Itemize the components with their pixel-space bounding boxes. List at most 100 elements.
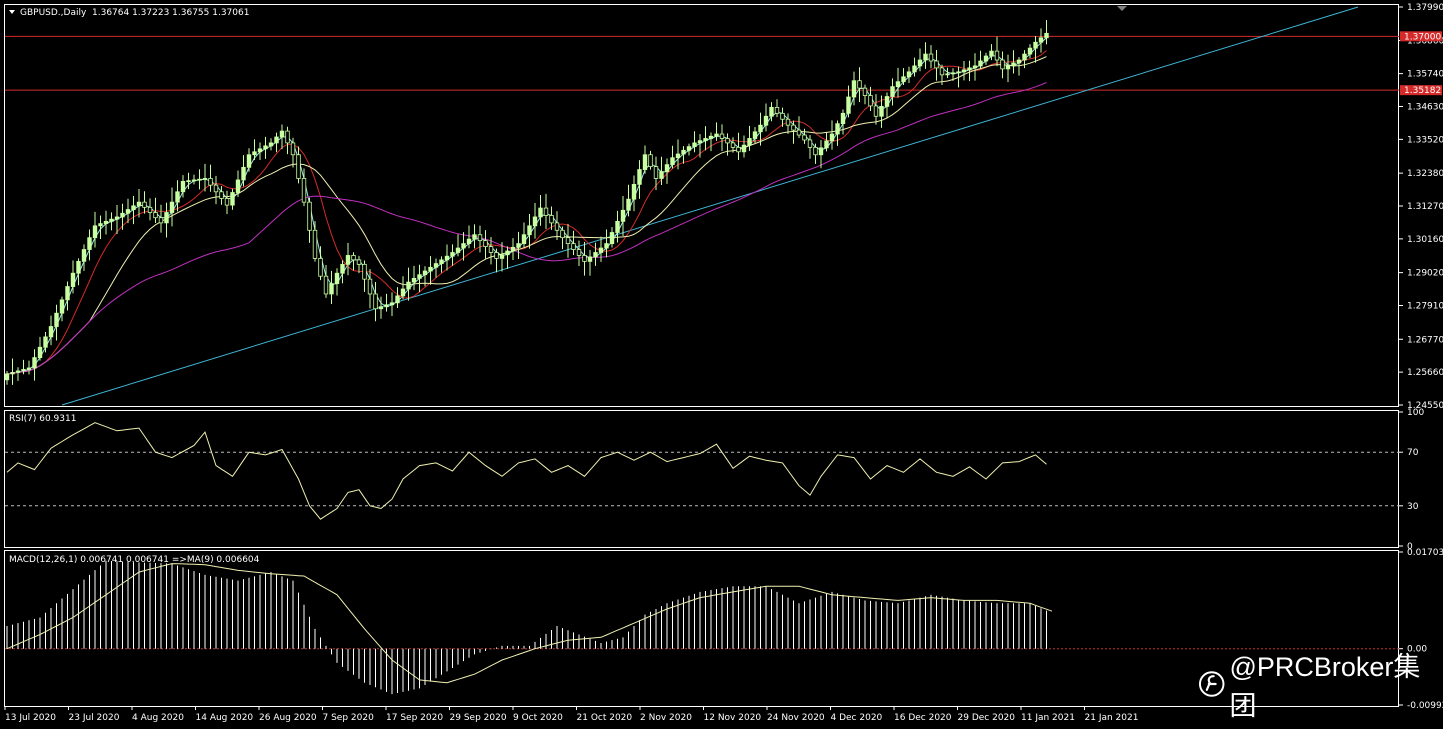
candle[interactable] xyxy=(884,96,890,107)
candle[interactable] xyxy=(774,106,780,114)
candle[interactable] xyxy=(87,237,92,250)
candle[interactable] xyxy=(103,220,109,225)
candle[interactable] xyxy=(598,247,604,253)
candle[interactable] xyxy=(147,206,153,213)
candle[interactable] xyxy=(323,275,329,295)
candle[interactable] xyxy=(653,166,659,179)
candle[interactable] xyxy=(917,59,923,67)
candle[interactable] xyxy=(274,136,279,144)
candle[interactable] xyxy=(312,229,318,259)
candle[interactable] xyxy=(15,370,21,373)
candle[interactable] xyxy=(131,205,136,210)
candle[interactable] xyxy=(543,207,549,216)
candle[interactable] xyxy=(785,118,791,126)
candle[interactable] xyxy=(851,80,857,98)
candle[interactable] xyxy=(389,302,395,306)
candle[interactable] xyxy=(813,146,818,156)
candle[interactable] xyxy=(65,286,70,301)
candle[interactable] xyxy=(549,215,554,224)
candle[interactable] xyxy=(494,252,499,259)
candle[interactable] xyxy=(1005,65,1011,70)
candle[interactable] xyxy=(400,288,406,297)
candle[interactable] xyxy=(532,216,538,227)
candle[interactable] xyxy=(81,249,87,262)
candle[interactable] xyxy=(1044,32,1049,39)
candle[interactable] xyxy=(719,133,725,139)
candle[interactable] xyxy=(604,243,609,249)
candle[interactable] xyxy=(708,135,714,139)
candle[interactable] xyxy=(648,154,653,168)
candle[interactable] xyxy=(235,179,241,193)
candle[interactable] xyxy=(252,151,257,156)
candle[interactable] xyxy=(642,154,648,170)
candle[interactable] xyxy=(807,139,813,148)
candle[interactable] xyxy=(989,50,994,57)
candle[interactable] xyxy=(664,164,670,172)
candle[interactable] xyxy=(340,263,345,274)
candle[interactable] xyxy=(120,212,125,218)
candle[interactable] xyxy=(978,60,983,67)
candle[interactable] xyxy=(175,191,180,203)
candle[interactable] xyxy=(10,372,15,375)
candle[interactable] xyxy=(587,256,593,262)
candle[interactable] xyxy=(43,336,48,348)
candle[interactable] xyxy=(483,240,488,247)
candle[interactable] xyxy=(609,232,615,245)
candle[interactable] xyxy=(521,234,527,245)
candle[interactable] xyxy=(703,138,708,142)
candle[interactable] xyxy=(752,131,758,139)
candle[interactable] xyxy=(285,130,290,144)
candle[interactable] xyxy=(241,166,246,181)
candle[interactable] xyxy=(32,357,37,369)
candle[interactable] xyxy=(983,55,989,62)
candle[interactable] xyxy=(268,142,274,147)
candle[interactable] xyxy=(736,146,741,153)
candle[interactable] xyxy=(1000,59,1005,70)
candle[interactable] xyxy=(153,212,158,219)
candle[interactable] xyxy=(615,220,620,233)
candle[interactable] xyxy=(758,124,763,133)
candle[interactable] xyxy=(142,201,147,208)
candle[interactable] xyxy=(219,191,224,199)
candle[interactable] xyxy=(571,243,576,250)
candle[interactable] xyxy=(780,112,785,120)
candle[interactable] xyxy=(741,144,747,153)
candle[interactable] xyxy=(450,252,455,257)
candle[interactable] xyxy=(961,69,967,73)
candle[interactable] xyxy=(296,154,301,179)
candle[interactable] xyxy=(873,105,879,117)
candle[interactable] xyxy=(109,218,114,222)
candle[interactable] xyxy=(862,87,868,96)
candle[interactable] xyxy=(620,209,626,222)
candle[interactable] xyxy=(433,263,439,268)
candle[interactable] xyxy=(169,201,175,213)
candle[interactable] xyxy=(670,157,675,166)
candle[interactable] xyxy=(560,229,565,239)
candle[interactable] xyxy=(956,71,961,74)
candle[interactable] xyxy=(692,142,697,148)
candle[interactable] xyxy=(857,80,862,89)
candle[interactable] xyxy=(1027,47,1033,55)
candle[interactable] xyxy=(26,367,32,370)
candle[interactable] xyxy=(279,130,285,138)
candle[interactable] xyxy=(213,184,219,193)
candle[interactable] xyxy=(356,259,362,265)
candle[interactable] xyxy=(631,183,637,200)
candle[interactable] xyxy=(334,272,340,284)
candle[interactable] xyxy=(505,250,510,256)
candle[interactable] xyxy=(554,222,560,231)
candle[interactable] xyxy=(824,140,829,149)
candle[interactable] xyxy=(950,72,956,75)
candle[interactable] xyxy=(769,106,774,117)
candle[interactable] xyxy=(923,53,928,61)
candle[interactable] xyxy=(307,201,312,231)
candle[interactable] xyxy=(675,153,681,159)
candle[interactable] xyxy=(378,306,384,310)
candle[interactable] xyxy=(686,146,692,151)
candle[interactable] xyxy=(180,181,186,193)
candle[interactable] xyxy=(791,124,796,131)
candle[interactable] xyxy=(224,198,230,206)
candle[interactable] xyxy=(197,178,202,181)
candle[interactable] xyxy=(626,198,631,211)
candle[interactable] xyxy=(725,138,730,144)
